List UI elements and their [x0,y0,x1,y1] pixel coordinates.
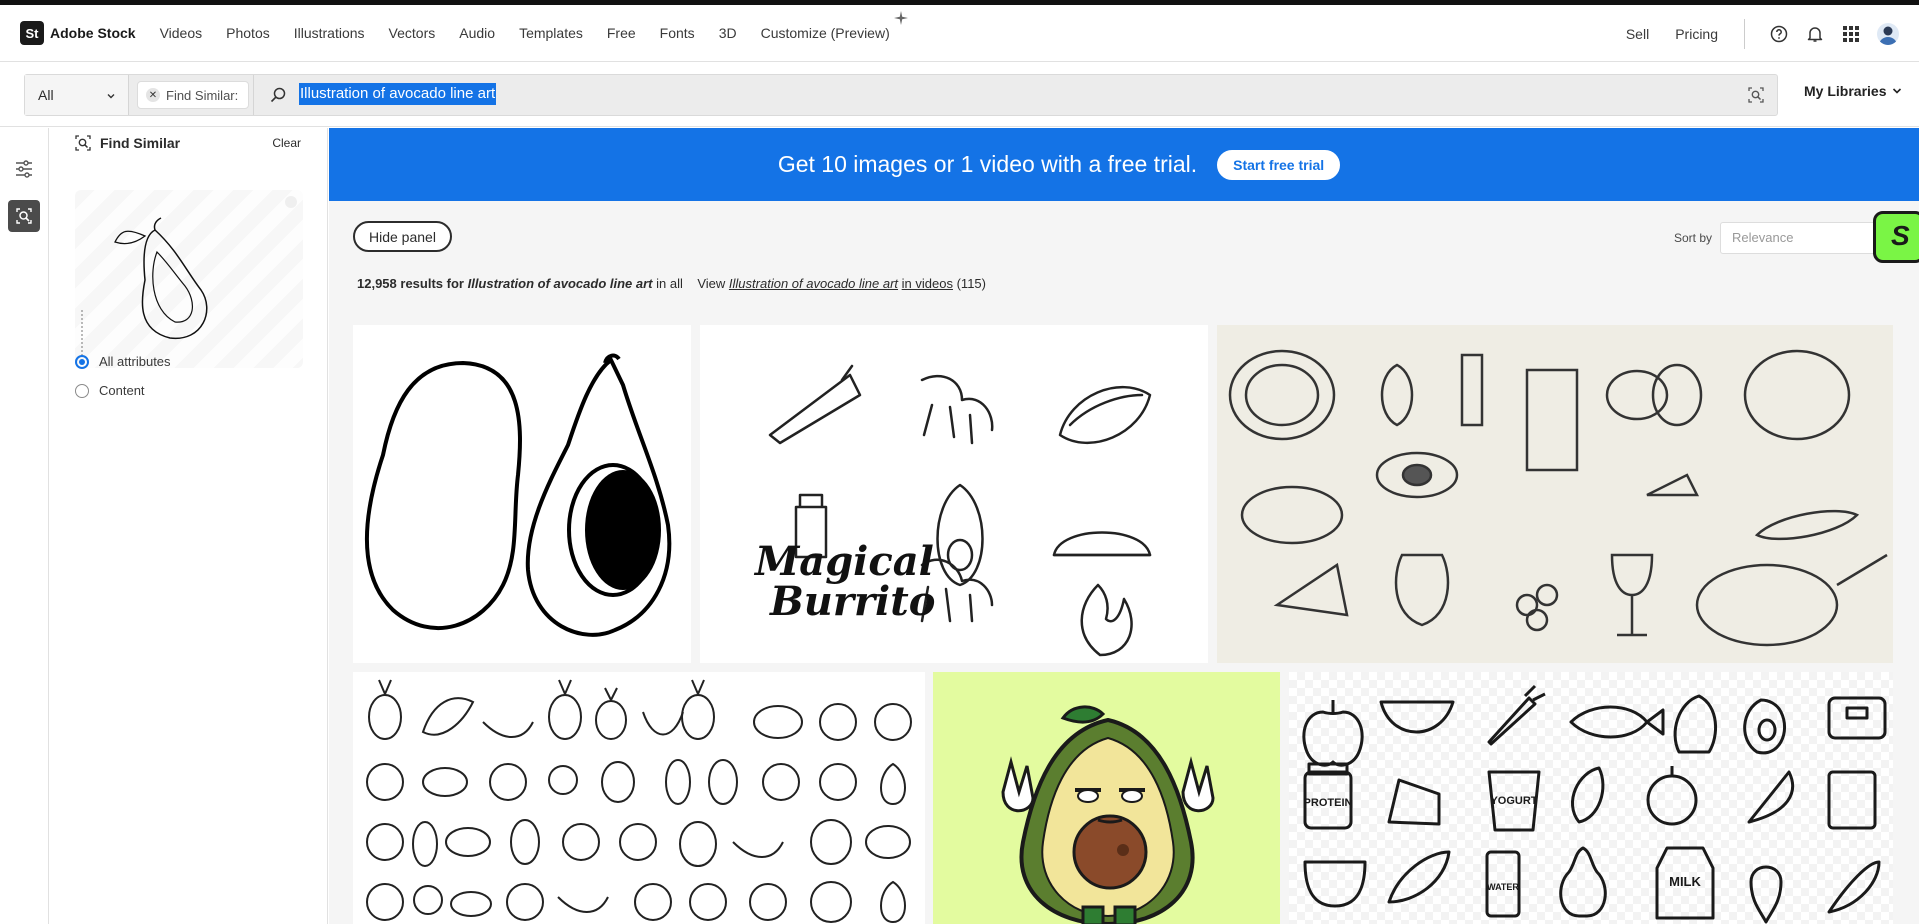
video-results-link[interactable]: Illustration of avocado line art [729,276,898,291]
nav-videos[interactable]: Videos [160,25,203,41]
chevron-down-icon [1893,88,1902,94]
clear-button[interactable]: Clear [272,136,301,150]
my-libraries-button[interactable]: My Libraries [1804,83,1902,99]
food-sketches-art [1228,349,1888,647]
panel-title-text: Find Similar [100,135,181,151]
sort-select[interactable]: Relevance [1720,222,1880,254]
search-bar: All ✕ Find Similar: Illustration of avoc… [24,74,1778,116]
burrito-text-2: Burrito [769,578,935,625]
close-icon[interactable] [285,196,297,208]
nav-audio[interactable]: Audio [459,25,495,41]
pricing-link[interactable]: Pricing [1675,26,1718,42]
logo-mark: St [20,21,44,45]
option-all-attributes[interactable]: All attributes [75,354,171,369]
mexican-icons-art: Magical Burrito [753,364,1152,657]
sparkle-icon [893,11,908,41]
nav-fonts[interactable]: Fonts [660,25,695,41]
find-similar-chip: ✕ Find Similar: [137,81,250,109]
nav-illustrations[interactable]: Illustrations [294,25,365,41]
option-label: All attributes [99,354,171,369]
search-input[interactable]: Illustration of avocado line art [299,83,497,105]
result-tile-avocado-cartoon[interactable] [933,672,1280,924]
free-trial-banner: Get 10 images or 1 video with a free tri… [329,128,1919,201]
logo-text: Adobe Stock [50,25,136,41]
nav-customize[interactable]: Customize (Preview) [761,25,890,41]
chip-separator [253,75,254,115]
apps-grid-icon[interactable] [1841,24,1861,44]
visual-search-icon[interactable] [1747,86,1765,109]
label-protein: PROTEIN [1304,797,1353,809]
hide-panel-button[interactable]: Hide panel [353,221,452,252]
find-similar-panel: Find Similar Clear All attributes Conten… [50,128,328,924]
header-right: Sell Pricing [1626,5,1919,62]
result-tile-fruit-icons[interactable] [353,672,925,924]
results-for: results for [400,276,464,291]
header-divider [1744,18,1745,49]
option-label: Content [99,383,145,398]
chip-label: Find Similar: [166,87,239,103]
find-similar-icon[interactable] [8,200,40,232]
sort-label: Sort by [1674,231,1713,245]
panel-title: Find Similar [74,134,180,152]
result-tile-mexican-icons[interactable]: Magical Burrito [700,325,1208,663]
bell-icon[interactable] [1805,24,1825,44]
results-view: View [697,276,726,291]
help-icon[interactable] [1769,24,1789,44]
nav-photos[interactable]: Photos [226,25,270,41]
result-tile-grocery-icons[interactable]: PROTEIN YOGURT WATER MILK [1289,672,1893,924]
result-tile-food-sketches[interactable] [1217,325,1893,663]
left-rail [0,128,49,924]
search-row: All ✕ Find Similar: Illustration of avoc… [0,62,1919,127]
grocery-icons-art: PROTEIN YOGURT WATER MILK [1302,684,1887,924]
sell-link[interactable]: Sell [1626,26,1649,42]
nav-free[interactable]: Free [607,25,636,41]
start-free-trial-button[interactable]: Start free trial [1217,149,1341,180]
nav-3d[interactable]: 3D [719,25,737,41]
filters-icon[interactable] [8,153,40,185]
scope-select[interactable]: All [25,75,129,115]
result-tile-avocado-halves[interactable] [353,325,691,663]
video-results-link-suffix[interactable]: in videos [902,276,953,291]
floating-badge[interactable]: S [1873,211,1919,263]
banner-text: Get 10 images or 1 video with a free tri… [777,151,1198,177]
find-similar-icon [75,135,91,151]
reference-image [75,190,303,368]
nav-vectors[interactable]: Vectors [389,25,436,41]
adobe-stock-logo[interactable]: St Adobe Stock [20,21,136,45]
site-header: St Adobe Stock Videos Photos Illustratio… [0,5,1919,62]
close-icon[interactable]: ✕ [146,88,160,102]
chevron-down-icon [106,88,116,104]
my-libraries-label: My Libraries [1804,83,1887,99]
nav-templates[interactable]: Templates [519,25,583,41]
results-in-all: in all [656,276,683,291]
scope-value: All [38,87,54,103]
results-query: Illustration of avocado line art [467,276,653,291]
avocado-sketch [81,217,208,358]
label-yogurt: YOGURT [1490,795,1537,807]
avatar[interactable] [1877,22,1899,45]
avocado-character-art [1001,705,1215,924]
avocado-line-art [365,353,672,637]
option-content[interactable]: Content [75,383,145,398]
fruit-icons-art [366,679,912,924]
radio-selected[interactable] [75,354,89,369]
results-count: 12,958 [357,276,397,291]
main-nav: Videos Photos Illustrations Vectors Audi… [160,11,908,41]
search-icon [270,87,286,108]
label-milk: MILK [1669,874,1701,889]
results-summary: 12,958 results for Illustration of avoca… [357,276,986,291]
label-water: WATER [1487,882,1519,892]
video-count: (115) [956,276,986,291]
radio-unselected[interactable] [75,383,89,398]
